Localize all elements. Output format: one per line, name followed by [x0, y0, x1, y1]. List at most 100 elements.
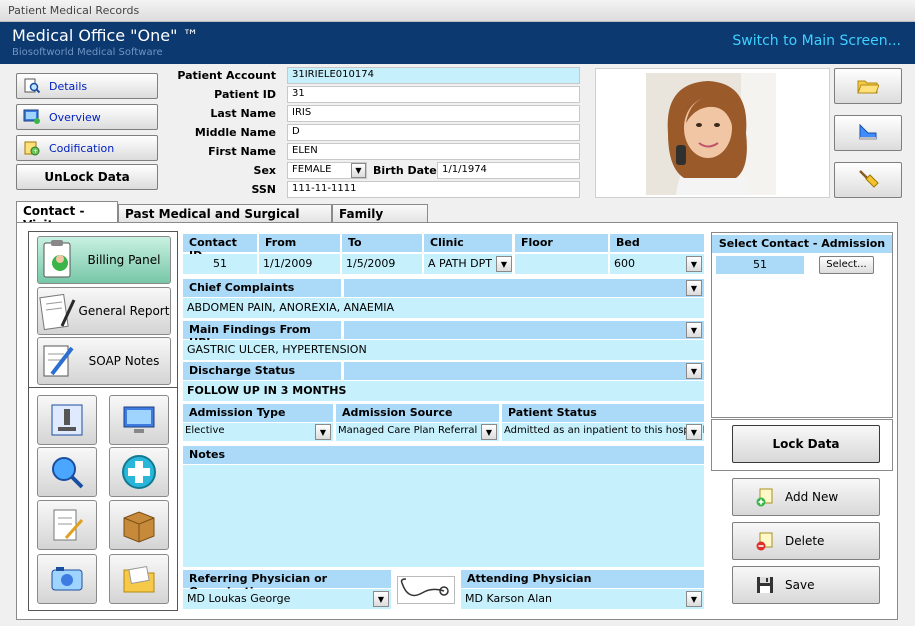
- general-report-button[interactable]: General Report: [37, 287, 171, 335]
- document-edit-icon: [53, 509, 84, 541]
- main-findings-label: Main Findings From HPI: [183, 321, 341, 349]
- delete-button[interactable]: Delete: [732, 522, 880, 560]
- details-button[interactable]: Details: [16, 73, 158, 99]
- from-header: From: [259, 234, 340, 252]
- admission-type-dropdown-arrow-icon[interactable]: ▼: [315, 424, 331, 440]
- lock-data-button[interactable]: Lock Data: [732, 425, 880, 463]
- patient-status-select[interactable]: Admitted as an inpatient to this hospita…: [502, 423, 704, 441]
- broom-icon: [859, 170, 879, 188]
- ssn-field[interactable]: 111-11-1111: [287, 181, 580, 198]
- admission-type-label: Admission Type: [183, 404, 333, 422]
- referring-physician-select[interactable]: MD Loukas George: [183, 589, 391, 609]
- patient-photo-frame: [595, 68, 830, 198]
- billing-panel-button[interactable]: Billing Panel: [37, 236, 171, 284]
- discharge-status-dropdown-arrow-icon[interactable]: ▼: [686, 363, 702, 379]
- folder-button[interactable]: [109, 554, 169, 604]
- unlock-data-button[interactable]: UnLock Data: [16, 164, 158, 190]
- overview-label: Overview: [49, 110, 101, 124]
- notes-pencil-icon: [43, 345, 74, 377]
- folder-open-icon: [857, 80, 879, 94]
- sex-label: Sex: [253, 164, 276, 177]
- admission-type-select[interactable]: Elective: [183, 423, 333, 441]
- select-contact-panel: Select Contact - Admission 51 Select...: [711, 232, 893, 418]
- medical-cross-button[interactable]: [109, 447, 169, 497]
- search-icon: [52, 457, 84, 489]
- notes-label: Notes: [183, 446, 704, 464]
- general-report-label: General Report: [78, 304, 170, 318]
- attending-physician-select[interactable]: MD Karson Alan: [461, 589, 704, 609]
- billing-clipboard-icon: [43, 240, 71, 278]
- tab-family-history[interactable]: Family History: [332, 204, 428, 235]
- bed-dropdown-arrow-icon[interactable]: ▼: [686, 256, 702, 272]
- soap-notes-label: SOAP Notes: [88, 354, 160, 368]
- codification-label: Codification: [49, 141, 115, 155]
- switch-main-screen-link[interactable]: Switch to Main Screen...: [732, 33, 901, 49]
- to-date-field[interactable]: 1/5/2009: [342, 254, 422, 274]
- tab-past-medical-history[interactable]: Past Medical and Surgical History: [118, 204, 332, 235]
- search-button[interactable]: [37, 447, 97, 497]
- add-document-icon: [756, 488, 773, 507]
- ssn-label: SSN: [251, 183, 276, 196]
- write-document-button[interactable]: [37, 500, 97, 550]
- patient-id-label: Patient ID: [214, 88, 276, 101]
- contact-id-value: 51: [183, 254, 257, 274]
- add-new-label: Add New: [785, 490, 839, 504]
- last-name-label: Last Name: [210, 107, 276, 120]
- app-header: Medical Office "One" ™ Biosoftworld Medi…: [0, 22, 915, 64]
- overview-button[interactable]: Overview: [16, 104, 158, 130]
- soap-notes-button[interactable]: SOAP Notes: [37, 337, 171, 385]
- admission-source-label: Admission Source: [336, 404, 499, 422]
- first-name-field[interactable]: ELEN: [287, 143, 580, 160]
- scan-button[interactable]: [834, 115, 902, 151]
- open-folder-button[interactable]: [834, 68, 902, 104]
- birth-date-label: Birth Date: [373, 164, 437, 177]
- left-panel-divider: [29, 387, 177, 388]
- app-subtitle: Biosoftworld Medical Software: [12, 47, 163, 58]
- codification-icon: +: [24, 141, 40, 156]
- contact-id-header: Contact ID: [183, 234, 257, 262]
- patient-status-label: Patient Status: [502, 404, 704, 422]
- microscope-icon: [51, 404, 83, 436]
- patient-account-field[interactable]: 31IRIELE010174: [287, 67, 580, 84]
- window-title: Patient Medical Records: [0, 0, 915, 22]
- camera-button[interactable]: [37, 554, 97, 604]
- main-findings-dropdown-arrow-icon[interactable]: ▼: [686, 322, 702, 338]
- patient-status-dropdown-arrow-icon[interactable]: ▼: [686, 424, 702, 440]
- from-date-field[interactable]: 1/1/2009: [259, 254, 340, 274]
- chief-complaints-select[interactable]: [344, 279, 704, 297]
- box-icon: [123, 511, 155, 543]
- sex-dropdown-arrow-icon[interactable]: ▼: [351, 163, 366, 178]
- birth-date-field[interactable]: 1/1/1974: [437, 162, 580, 179]
- chief-complaints-field[interactable]: ABDOMEN PAIN, ANOREXIA, ANAEMIA: [183, 298, 704, 318]
- clinic-dropdown-arrow-icon[interactable]: ▼: [496, 256, 512, 272]
- chief-complaints-label: Chief Complaints: [183, 279, 341, 297]
- admission-source-select[interactable]: Managed Care Plan Referral: [336, 423, 499, 441]
- clinic-header: Clinic: [424, 234, 512, 252]
- add-new-button[interactable]: Add New: [732, 478, 880, 516]
- main-findings-select[interactable]: [344, 321, 704, 339]
- patient-id-field[interactable]: 31: [287, 86, 580, 103]
- notes-field[interactable]: [183, 465, 704, 567]
- svg-text:+: +: [33, 148, 38, 155]
- middle-name-field[interactable]: D: [287, 124, 580, 141]
- main-findings-field[interactable]: GASTRIC ULCER, HYPERTENSION: [183, 340, 704, 360]
- clear-button[interactable]: [834, 162, 902, 198]
- select-contact-button[interactable]: Select...: [819, 256, 874, 274]
- save-button[interactable]: Save: [732, 566, 880, 604]
- floppy-disk-icon: [757, 577, 773, 593]
- tab-contact-visit[interactable]: Contact - Visit: [16, 201, 118, 232]
- monitor-button[interactable]: [109, 395, 169, 445]
- discharge-status-select[interactable]: [344, 362, 704, 380]
- archive-box-button[interactable]: [109, 500, 169, 550]
- lab-button[interactable]: [37, 395, 97, 445]
- delete-document-icon: [756, 532, 773, 551]
- attending-physician-dropdown-arrow-icon[interactable]: ▼: [686, 591, 702, 607]
- last-name-field[interactable]: IRIS: [287, 105, 580, 122]
- discharge-status-field[interactable]: FOLLOW UP IN 3 MONTHS: [183, 381, 704, 401]
- floor-field[interactable]: [515, 254, 608, 274]
- codification-button[interactable]: + Codification: [16, 135, 158, 161]
- chief-complaints-dropdown-arrow-icon[interactable]: ▼: [686, 280, 702, 296]
- save-label: Save: [785, 578, 815, 592]
- admission-source-dropdown-arrow-icon[interactable]: ▼: [481, 424, 497, 440]
- referring-physician-dropdown-arrow-icon[interactable]: ▼: [373, 591, 389, 607]
